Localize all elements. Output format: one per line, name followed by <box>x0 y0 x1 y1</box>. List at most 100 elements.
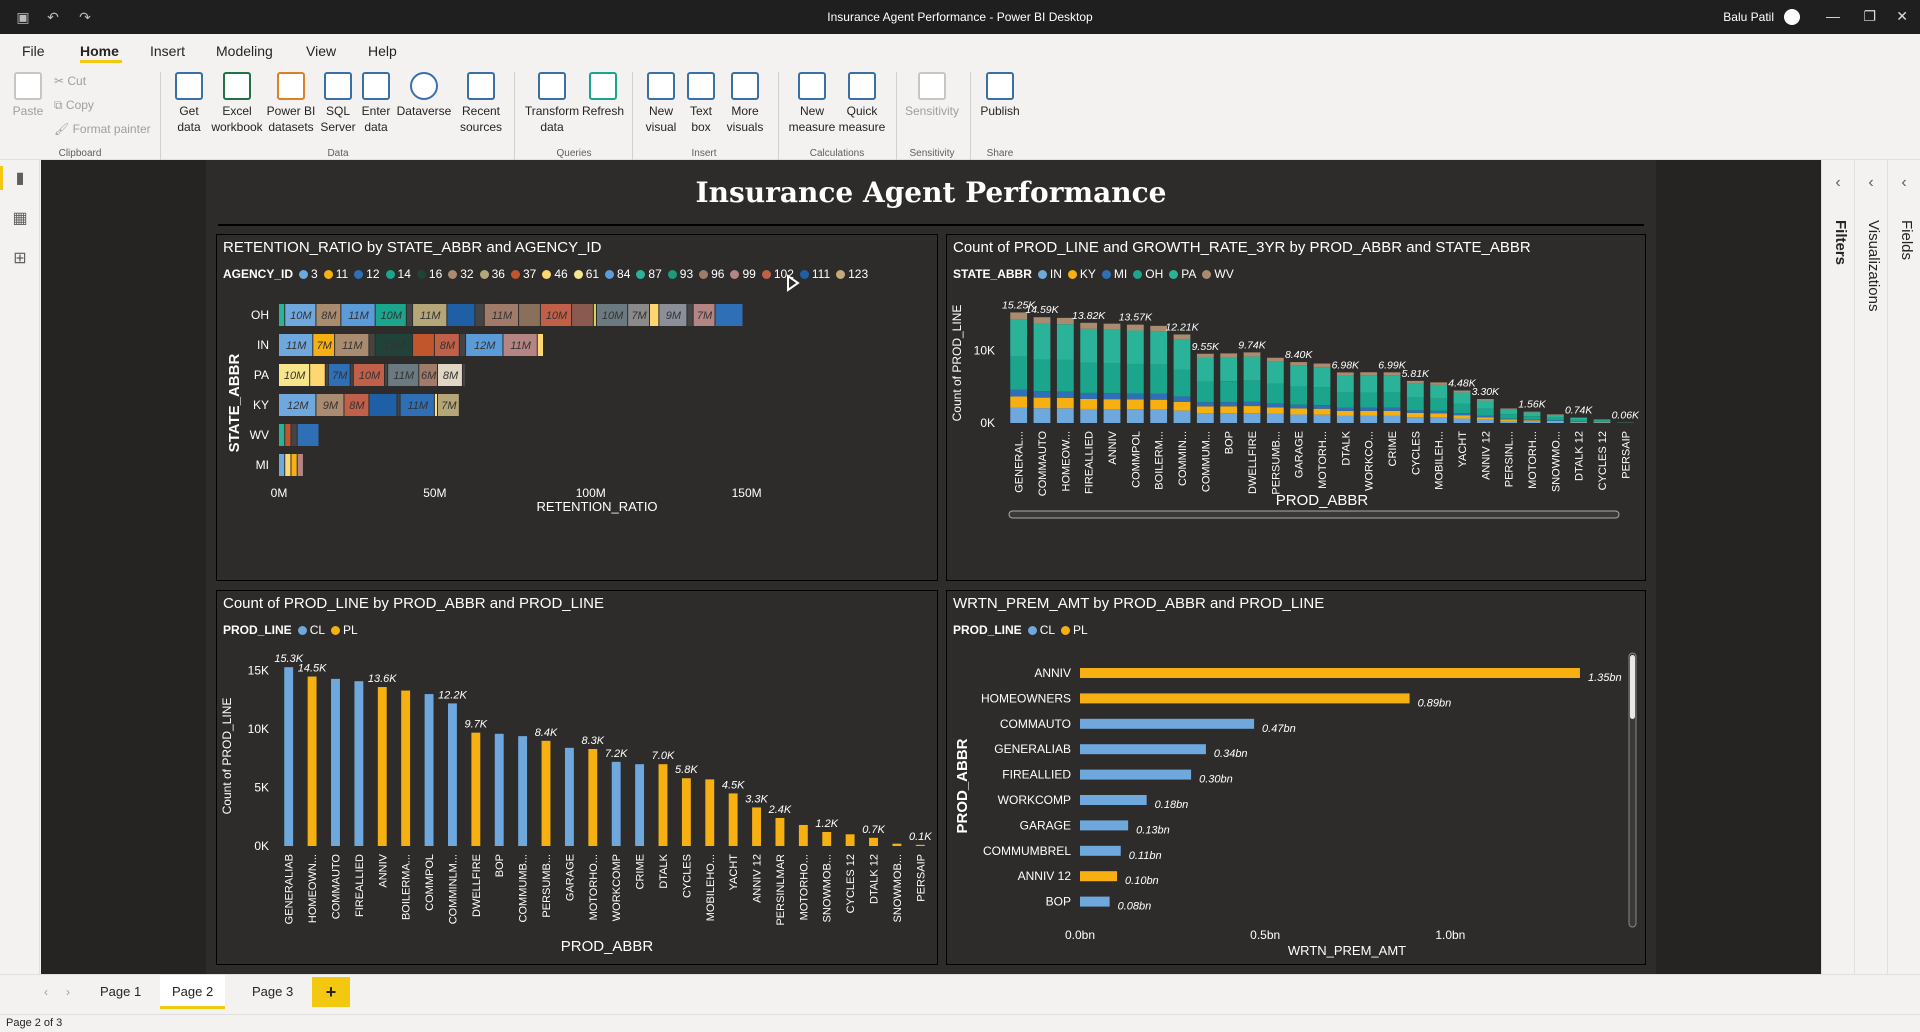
recent-sources-button[interactable]: Recent sources <box>456 72 506 135</box>
bar <box>1080 820 1129 831</box>
menu-insert[interactable]: Insert <box>150 43 185 59</box>
new-visual-button[interactable]: New visual <box>638 72 684 135</box>
y-tick-label: WORKCOMP <box>998 793 1071 807</box>
bar-segment <box>1126 393 1144 400</box>
bar-segment <box>593 304 596 326</box>
bar <box>658 764 668 846</box>
data-view-icon[interactable]: ▦ <box>10 208 30 228</box>
power-bi-datasets-button[interactable]: Power BI datasets <box>266 72 316 135</box>
data-label: 10M <box>602 310 624 322</box>
paste-button[interactable]: Paste <box>10 72 46 119</box>
sensitivity-button[interactable]: Sensitivity <box>900 72 964 119</box>
transform-data-button[interactable]: Transform data <box>522 72 582 135</box>
data-label: 13.82K <box>1072 310 1106 322</box>
data-label: 8.4K <box>535 727 558 739</box>
visual-count-growth[interactable]: Count of PROD_LINE and GROWTH_RATE_3YR b… <box>946 234 1646 581</box>
more-visuals-button[interactable]: More visuals <box>720 72 770 135</box>
dataverse-button[interactable]: Dataverse <box>396 72 452 119</box>
filters-pane[interactable]: ‹ Filters <box>1821 160 1854 974</box>
data-label: 11M <box>342 340 363 352</box>
bar <box>752 807 761 846</box>
visual-wrtn-prem[interactable]: WRTN_PREM_AMT by PROD_ABBR and PROD_LINE… <box>946 590 1646 965</box>
enter-data-button[interactable]: Enter data <box>358 72 394 135</box>
bar-segment <box>1080 392 1098 399</box>
visualizations-pane[interactable]: ‹ Visualizations <box>1854 160 1887 974</box>
fields-pane[interactable]: ‹ Fields <box>1887 160 1920 974</box>
refresh-button[interactable]: Refresh <box>580 72 626 119</box>
bar-segment <box>1080 408 1098 423</box>
bar-segment <box>369 394 397 416</box>
y-axis-label: STATE_ABBR <box>226 354 243 453</box>
chevron-left-icon[interactable]: ‹ <box>1888 174 1920 192</box>
prev-page-icon[interactable]: ‹ <box>44 985 48 999</box>
bar-segment <box>1383 392 1401 408</box>
bar-segment <box>1336 392 1354 408</box>
clock-icon <box>467 72 495 100</box>
x-tick-label: SNOWMOB... <box>822 854 834 922</box>
bar-segment <box>1126 330 1144 364</box>
data-label: 12.21K <box>1165 321 1199 333</box>
y-axis-label: Count of PROD_LINE <box>220 698 234 815</box>
excel-workbook-button[interactable]: Excel workbook <box>210 72 264 135</box>
data-label: 10M <box>284 370 306 382</box>
report-view-icon[interactable]: ▮ <box>10 168 30 188</box>
y-tick-label: 10K <box>974 344 995 358</box>
data-label: 9M <box>323 400 339 412</box>
chevron-left-icon[interactable]: ‹ <box>1855 174 1887 192</box>
menu-home[interactable]: Home <box>80 43 119 59</box>
bar-segment <box>285 424 291 446</box>
format-painter-button[interactable]: 🖌 Format painter <box>54 122 151 136</box>
menu-modeling[interactable]: Modeling <box>216 43 273 59</box>
title-divider <box>218 224 1644 226</box>
bar-segment <box>1103 409 1121 423</box>
tab-page-2[interactable]: Page 2 <box>160 975 226 1009</box>
x-tick-label: HOMEOW... <box>1060 431 1072 492</box>
bar-segment <box>279 304 285 326</box>
model-view-icon[interactable]: ⊞ <box>10 248 30 268</box>
next-page-icon[interactable]: › <box>66 985 70 999</box>
add-page-button[interactable]: + <box>312 977 350 1007</box>
new-measure-button[interactable]: New measure <box>784 72 840 135</box>
bar-segment <box>537 334 543 356</box>
bar-segment <box>1383 407 1401 411</box>
user-name[interactable]: Balu Patil <box>1723 10 1774 24</box>
menu-file[interactable]: File <box>22 43 45 59</box>
close-icon[interactable]: ✕ <box>1896 8 1908 25</box>
data-label: 1.35bn <box>1588 672 1622 684</box>
bar-segment <box>1336 372 1354 376</box>
dataset-icon <box>277 72 305 100</box>
bar-segment <box>1150 331 1168 365</box>
visual-retention-ratio[interactable]: RETENTION_RATIO by STATE_ABBR and AGENCY… <box>216 234 938 581</box>
tab-page-1[interactable]: Page 1 <box>88 975 153 1009</box>
data-label: 0.06K <box>1612 410 1640 422</box>
tab-page-3[interactable]: Page 3 <box>240 975 305 1009</box>
avatar[interactable] <box>1784 9 1800 25</box>
visual-count-prod-line[interactable]: Count of PROD_LINE by PROD_ABBR and PROD… <box>216 590 938 965</box>
copy-button[interactable]: ⧉ Copy <box>54 98 94 113</box>
bar-segment <box>1126 399 1144 410</box>
get-data-button[interactable]: Get data <box>168 72 210 135</box>
bar-segment <box>1080 398 1098 409</box>
quick-measure-button[interactable]: Quick measure <box>834 72 890 135</box>
menu-view[interactable]: View <box>306 43 336 59</box>
data-label: 0.30bn <box>1199 774 1233 786</box>
data-label: 11M <box>420 310 441 322</box>
bar-segment <box>1570 422 1588 423</box>
x-tick-label: GARAGE <box>564 854 576 901</box>
menu-help[interactable]: Help <box>368 43 397 59</box>
restore-icon[interactable]: ❐ <box>1863 8 1876 25</box>
bar-segment <box>715 304 743 326</box>
y-tick-label: 10K <box>248 722 269 736</box>
chevron-left-icon[interactable]: ‹ <box>1822 174 1854 192</box>
bar <box>1080 693 1410 704</box>
bar-segment <box>1406 417 1424 423</box>
bar-segment <box>1313 363 1331 368</box>
minimize-icon[interactable]: — <box>1826 8 1840 24</box>
x-axis-label: WRTN_PREM_AMT <box>1288 943 1406 958</box>
sql-server-button[interactable]: SQL Server <box>318 72 358 135</box>
x-tick-label: CYCLES 12 <box>845 854 857 913</box>
publish-button[interactable]: Publish <box>976 72 1024 119</box>
data-label: 9.55K <box>1192 341 1220 353</box>
text-box-button[interactable]: Text box <box>682 72 720 135</box>
cut-button[interactable]: ✂ Cut <box>54 74 86 88</box>
